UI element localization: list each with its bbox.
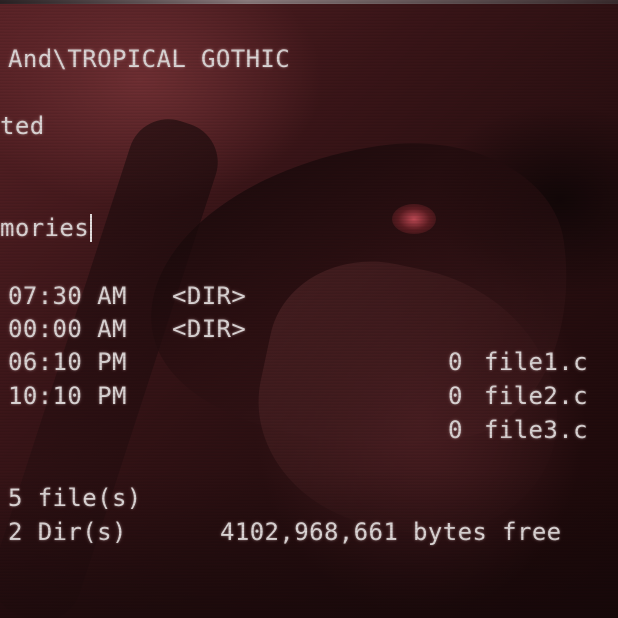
entry-3-time: 10:10 PM [8, 382, 127, 410]
path-line: And\TROPICAL GOTHIC [8, 45, 291, 73]
entry-1-type: <DIR> [172, 315, 247, 343]
entry-3-name: file2.c [484, 382, 588, 410]
status-line: ted [0, 112, 45, 140]
entry-3-size: 0 [448, 382, 463, 410]
entry-0-type: <DIR> [172, 282, 247, 310]
entry-1-time: 00:00 AM [8, 315, 127, 343]
summary-dirs: 2 Dir(s) [8, 518, 127, 546]
terminal-screen: And\TROPICAL GOTHIC ted mories 07:30 AM … [0, 0, 618, 618]
entry-4-name: file3.c [484, 416, 588, 444]
entry-2-time: 06:10 PM [8, 348, 127, 376]
command-text: mories [0, 214, 90, 242]
entry-4-size: 0 [448, 416, 463, 444]
bytes-free: 4102,968,661 bytes free [220, 518, 562, 546]
console-output[interactable]: And\TROPICAL GOTHIC ted mories 07:30 AM … [0, 0, 618, 618]
command-prompt-line[interactable]: mories [0, 214, 93, 242]
summary-files: 5 file(s) [8, 484, 142, 512]
entry-2-name: file1.c [484, 348, 588, 376]
entry-2-size: 0 [448, 348, 463, 376]
entry-0-time: 07:30 AM [8, 282, 127, 310]
text-cursor [90, 214, 93, 242]
